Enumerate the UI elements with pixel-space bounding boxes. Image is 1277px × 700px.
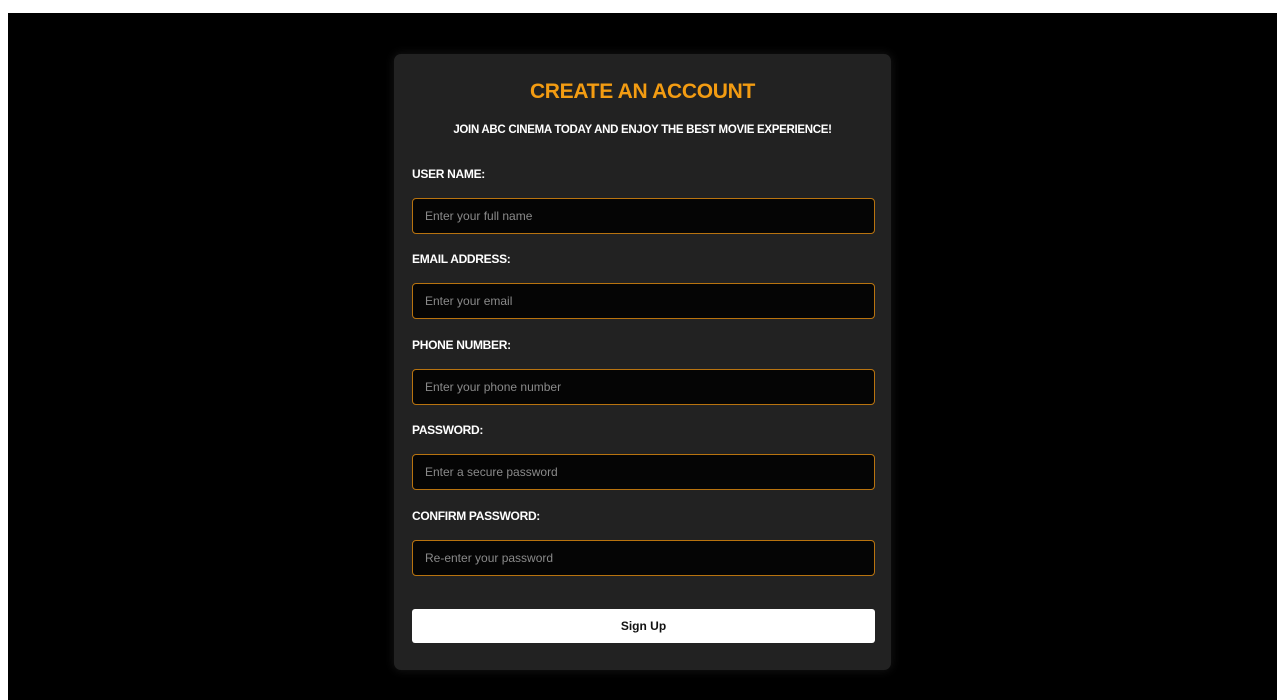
signup-form-card: CREATE AN ACCOUNT JOIN ABC CINEMA TODAY … xyxy=(394,54,891,670)
form-title: CREATE AN ACCOUNT xyxy=(529,80,756,103)
phone-label: PHONE NUMBER: xyxy=(412,338,511,352)
sign-up-button[interactable]: Sign Up xyxy=(412,609,875,643)
username-label: USER NAME: xyxy=(412,167,486,181)
username-input[interactable] xyxy=(412,198,875,234)
email-input[interactable] xyxy=(412,283,875,319)
confirm-password-input[interactable] xyxy=(412,540,875,576)
password-input[interactable] xyxy=(412,454,875,490)
email-label: EMAIL ADDRESS: xyxy=(412,252,511,266)
page-background: CREATE AN ACCOUNT JOIN ABC CINEMA TODAY … xyxy=(8,13,1277,700)
form-subtitle: JOIN ABC CINEMA TODAY AND ENJOY THE BEST… xyxy=(453,124,832,136)
password-label: PASSWORD: xyxy=(412,423,484,437)
confirm-password-label: CONFIRM PASSWORD: xyxy=(412,509,541,523)
phone-input[interactable] xyxy=(412,369,875,405)
